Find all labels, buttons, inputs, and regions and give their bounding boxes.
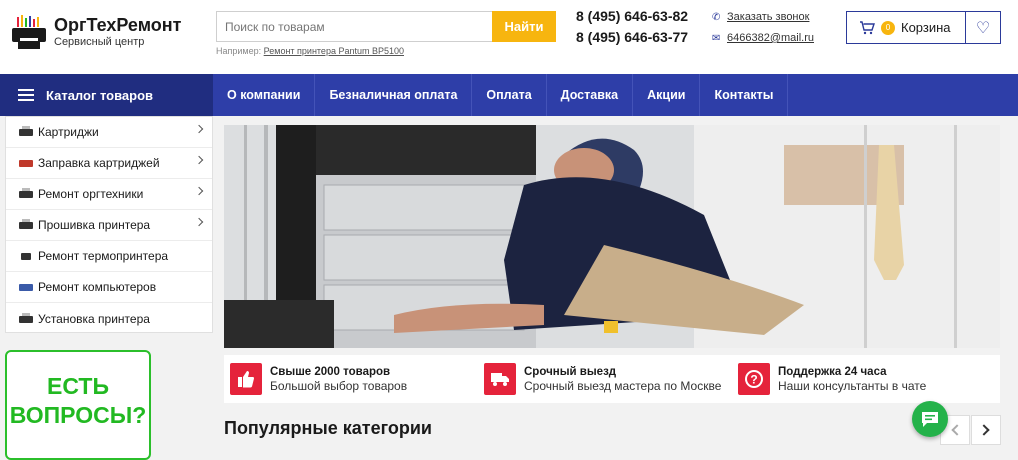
sidebar-item-label: Заправка картриджей	[38, 156, 160, 170]
hero-image	[224, 125, 1000, 348]
feature-subtitle: Срочный выезд мастера по Москве	[524, 378, 722, 393]
callback-link[interactable]: Заказать звонок	[727, 7, 809, 28]
sidebar-item-label: Ремонт компьютеров	[38, 280, 157, 294]
sidebar-item-label: Прошивка принтера	[38, 218, 151, 232]
feature-title: Поддержка 24 часа	[778, 365, 887, 378]
cart-button[interactable]: 0 Корзина	[846, 11, 966, 44]
feature-title: Срочный выезд	[524, 365, 617, 378]
computer-icon	[18, 281, 34, 293]
sidebar-item-label: Картриджи	[38, 125, 99, 139]
menu-icon	[18, 89, 34, 101]
nav-item-delivery[interactable]: Доставка	[547, 74, 634, 116]
chevron-right-icon	[194, 155, 204, 165]
catalog-sidebar: Картриджи Заправка картриджей Ремонт орг…	[5, 116, 213, 333]
nav-item-promotions[interactable]: Акции	[633, 74, 701, 116]
help-icon: ?	[738, 363, 770, 395]
sidebar-item-computer-repair[interactable]: Ремонт компьютеров	[6, 272, 212, 303]
envelope-icon: ✉	[712, 33, 721, 44]
phone-icon: ✆	[712, 12, 721, 23]
chat-icon	[922, 412, 938, 427]
questions-line-1: ЕСТЬ	[47, 373, 109, 399]
nav-links: О компании Безналичная оплата Оплата Дос…	[213, 74, 789, 116]
carousel-next-button[interactable]	[971, 415, 1001, 445]
email-link[interactable]: 6466382@mail.ru	[727, 28, 814, 49]
feature-item-support: ? Поддержка 24 часа Наши консультанты в …	[732, 355, 986, 403]
logo-subtitle: Сервисный центр	[54, 36, 145, 48]
svg-text:?: ?	[750, 373, 757, 387]
sidebar-item-printer-setup[interactable]: Установка принтера	[6, 303, 212, 334]
features-bar: Свыше 2000 товаров Большой выбор товаров…	[224, 355, 1000, 403]
chevron-right-icon	[978, 424, 990, 436]
feature-item-products: Свыше 2000 товаров Большой выбор товаров	[224, 355, 478, 403]
site-header: ОргТехРемонт Сервисный центр Найти Напри…	[0, 0, 1018, 74]
sidebar-item-label: Ремонт оргтехники	[38, 187, 144, 201]
chat-button[interactable]	[912, 401, 948, 437]
sidebar-item-firmware[interactable]: Прошивка принтера	[6, 210, 212, 241]
chevron-right-icon	[194, 124, 204, 134]
nav-item-payment[interactable]: Оплата	[472, 74, 547, 116]
chevron-left-icon	[951, 424, 963, 436]
header-contacts: ✆ Заказать звонок ✉ 6466382@mail.ru	[712, 7, 814, 49]
logo-title: ОргТехРемонт	[54, 15, 182, 35]
hero-banner[interactable]	[224, 125, 1000, 348]
cart-label: Корзина	[901, 20, 951, 35]
chevron-right-icon	[194, 217, 204, 227]
cart-icon	[860, 20, 875, 34]
phone-numbers: 8 (495) 646-63-82 8 (495) 646-63-77	[576, 6, 688, 48]
sidebar-item-label: Установка принтера	[38, 311, 150, 326]
truck-icon	[484, 363, 516, 395]
cart-count-badge: 0	[881, 20, 895, 35]
search-example-link[interactable]: Ремонт принтера Pantum BP5100	[264, 46, 404, 56]
printer-icon	[18, 188, 34, 200]
logo[interactable]: ОргТехРемонт Сервисный центр	[10, 12, 190, 52]
nav-item-cashless[interactable]: Безналичная оплата	[315, 74, 473, 116]
popular-categories-title: Популярные категории	[224, 418, 432, 438]
thumbs-up-icon	[230, 363, 262, 395]
questions-line-2: ВОПРОСЫ?	[9, 402, 147, 428]
feature-subtitle: Большой выбор товаров	[270, 378, 408, 393]
search-example-prefix: Например:	[216, 46, 262, 56]
search-bar: Найти	[216, 11, 556, 42]
favorites-button[interactable]: ♡	[965, 11, 1001, 44]
questions-banner[interactable]: ЕСТЬ ВОПРОСЫ?	[5, 350, 151, 460]
feature-title: Свыше 2000 товаров	[270, 365, 391, 378]
heart-icon: ♡	[975, 19, 991, 37]
phone-1[interactable]: 8 (495) 646-63-82	[576, 6, 688, 27]
feature-text: Поддержка 24 часа Наши консультанты в ча…	[778, 366, 926, 393]
feature-text: Свыше 2000 товаров Большой выбор товаров	[270, 366, 407, 393]
sidebar-item-refill[interactable]: Заправка картриджей	[6, 148, 212, 179]
chevron-right-icon	[194, 186, 204, 196]
feature-subtitle: Наши консультанты в чате	[778, 378, 927, 393]
sidebar-item-label: Ремонт термопринтера	[38, 249, 169, 263]
nav-item-contacts[interactable]: Контакты	[700, 74, 789, 116]
printer-logo-icon	[12, 15, 46, 49]
thermal-printer-icon	[18, 250, 34, 262]
catalog-label: Каталог товаров	[46, 87, 154, 103]
phone-2[interactable]: 8 (495) 646-63-77	[576, 27, 688, 48]
email-row: ✉ 6466382@mail.ru	[712, 28, 814, 49]
toner-icon	[18, 157, 34, 169]
sidebar-item-thermal-printer[interactable]: Ремонт термопринтера	[6, 241, 212, 272]
sidebar-item-office-repair[interactable]: Ремонт оргтехники	[6, 179, 212, 210]
search-input[interactable]	[216, 11, 492, 42]
feature-item-express: Срочный выезд Срочный выезд мастера по М…	[478, 355, 732, 403]
printer-icon	[18, 312, 34, 325]
callback-row: ✆ Заказать звонок	[712, 7, 814, 28]
search-example: Например: Ремонт принтера Pantum BP5100	[216, 46, 404, 56]
sidebar-item-cartridges[interactable]: Картриджи	[6, 117, 212, 148]
nav-item-about[interactable]: О компании	[213, 74, 316, 116]
main-nav: Каталог товаров О компании Безналичная о…	[0, 74, 1018, 116]
cartridge-icon	[18, 126, 34, 138]
catalog-button[interactable]: Каталог товаров	[0, 74, 213, 116]
search-button[interactable]: Найти	[492, 11, 556, 42]
printer-icon	[18, 219, 34, 231]
feature-text: Срочный выезд Срочный выезд мастера по М…	[524, 366, 721, 393]
